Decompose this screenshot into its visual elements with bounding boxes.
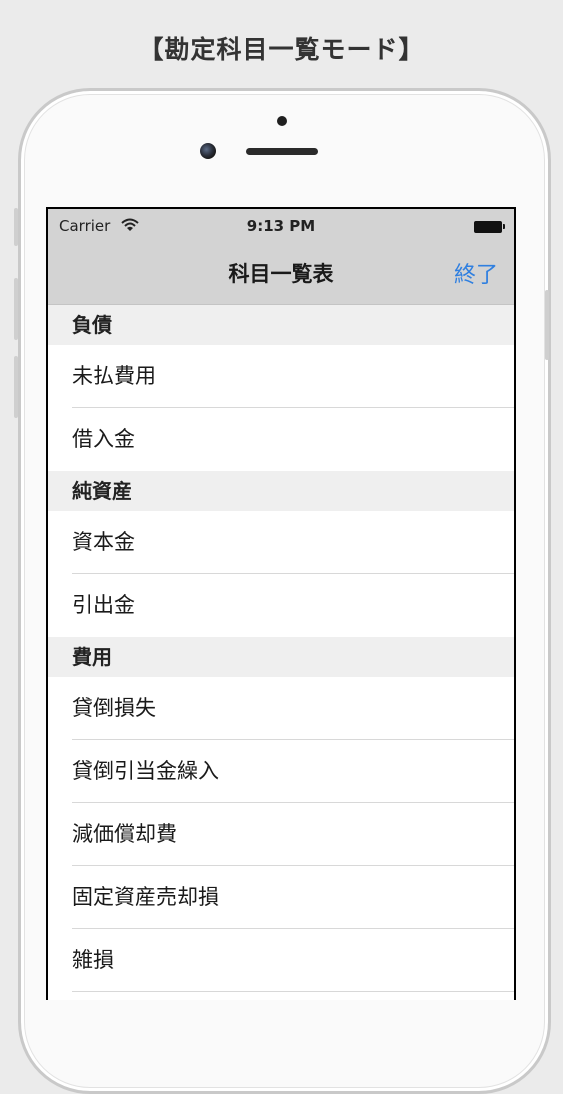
list-item[interactable]: 雑損 bbox=[48, 929, 514, 992]
list-item[interactable]: 引出金 bbox=[48, 574, 514, 637]
phone-power-button bbox=[545, 290, 549, 360]
account-list: 負債 未払費用 借入金 純資産 資本金 引出金 費用 貸倒損失 貸倒引当金繰入 … bbox=[48, 305, 514, 992]
list-item[interactable]: 減価償却費 bbox=[48, 803, 514, 866]
nav-title: 科目一覧表 bbox=[228, 262, 334, 286]
front-camera-icon bbox=[200, 143, 216, 159]
battery-tip bbox=[503, 224, 505, 229]
list-item[interactable]: 借入金 bbox=[48, 408, 514, 471]
phone-volume-down-button bbox=[14, 356, 18, 418]
status-bar: Carrier 9:13 PM bbox=[48, 209, 514, 241]
section-header-liabilities: 負債 bbox=[48, 305, 514, 345]
phone-mute-switch bbox=[14, 208, 18, 246]
section-header-expenses: 費用 bbox=[48, 637, 514, 677]
battery-icon bbox=[474, 221, 502, 233]
status-time: 9:13 PM bbox=[246, 217, 316, 235]
earpiece-speaker bbox=[246, 148, 318, 155]
proximity-sensor bbox=[277, 116, 287, 126]
phone-volume-up-button bbox=[14, 278, 18, 340]
app-screen: Carrier 9:13 PM 科目一覧表 終了 負債 未払費用 借入金 純資産… bbox=[48, 209, 514, 1000]
done-button[interactable]: 終了 bbox=[454, 257, 498, 289]
list-item[interactable]: 貸倒引当金繰入 bbox=[48, 740, 514, 803]
section-header-net-assets: 純資産 bbox=[48, 471, 514, 511]
list-item[interactable]: 貸倒損失 bbox=[48, 677, 514, 740]
page-caption: 【勘定科目一覧モード】 bbox=[138, 35, 425, 64]
list-item[interactable]: 資本金 bbox=[48, 511, 514, 574]
list-item[interactable]: 未払費用 bbox=[48, 345, 514, 408]
phone-screen: Carrier 9:13 PM 科目一覧表 終了 負債 未払費用 借入金 純資産… bbox=[46, 207, 516, 1000]
navigation-bar: 科目一覧表 終了 bbox=[48, 241, 514, 305]
list-item[interactable]: 固定資産売却損 bbox=[48, 866, 514, 929]
